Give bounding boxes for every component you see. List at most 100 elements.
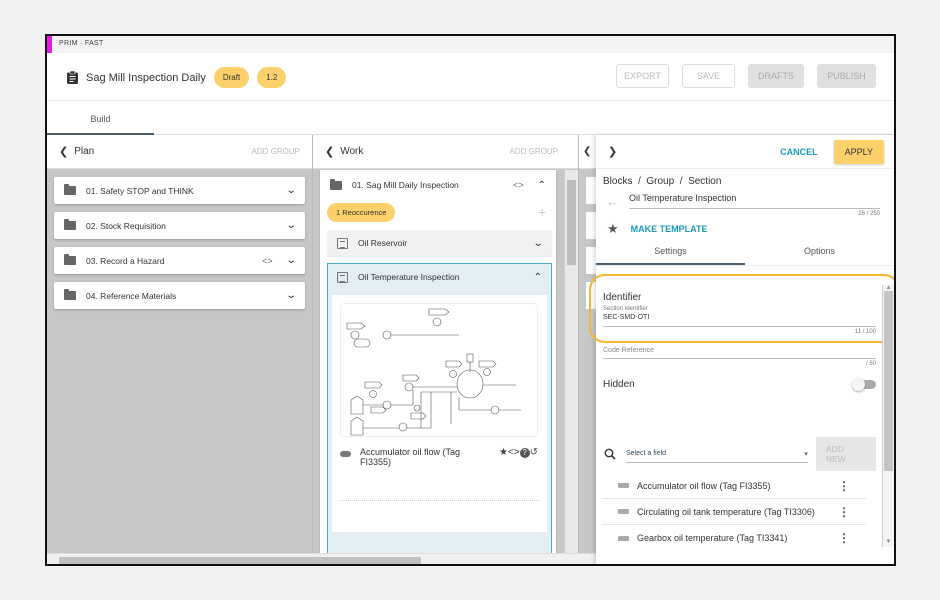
field-label-line1: Accumulator oil flow (Tag xyxy=(360,447,461,457)
hidden-label: Hidden xyxy=(603,379,635,390)
code-icon[interactable]: <> xyxy=(513,180,524,190)
field-list-item[interactable]: Gearbox oil temperature (Tag TI3341) ⋮ xyxy=(602,525,866,551)
panel-scrollbar[interactable]: ▲ ▼ xyxy=(882,285,894,547)
search-icon xyxy=(604,448,616,460)
field-label: Gearbox oil temperature (Tag TI3341) xyxy=(637,533,788,543)
horizontal-scrollbar[interactable] xyxy=(47,553,596,564)
folder-icon xyxy=(330,178,342,190)
add-group-button[interactable]: ADD GROUP xyxy=(252,147,300,156)
group-card-expanded: 01. Sag Mill Daily Inspection <> ⌃ 1 Reo… xyxy=(320,170,556,563)
identifier-counter: 11 / 100 xyxy=(854,329,876,335)
group-card[interactable]: 02. Stock Requisition ⌄ xyxy=(54,212,305,239)
scroll-thumb[interactable] xyxy=(567,180,576,265)
group-header[interactable]: 01. Sag Mill Daily Inspection <> ⌃ xyxy=(320,170,556,200)
export-button[interactable]: EXPORT xyxy=(616,64,669,88)
section-label: Oil Reservoir xyxy=(358,238,408,248)
code-icon[interactable]: <> xyxy=(508,447,520,458)
field-list-item[interactable]: Circulating oil tank temperature (Tag TI… xyxy=(602,499,866,525)
field-label-line2: FI3355) xyxy=(360,457,392,467)
breadcrumb-item[interactable]: Blocks xyxy=(603,176,632,187)
arrow-left-icon[interactable]: ← xyxy=(606,194,619,209)
publish-button[interactable]: PUBLISH xyxy=(817,64,876,88)
field-type-icon xyxy=(618,483,629,488)
tab-settings[interactable]: Settings xyxy=(596,246,745,265)
list-icon xyxy=(337,271,348,283)
plan-title: Plan xyxy=(74,146,95,157)
caret-down-icon: ▾ xyxy=(804,450,808,458)
section-oil-reservoir[interactable]: Oil Reservoir ⌄ xyxy=(327,230,552,256)
code-reference-input[interactable]: Code Reference xyxy=(603,347,876,359)
chevron-right-icon[interactable]: ❯ xyxy=(608,145,617,158)
section-name-input[interactable]: Oil Temperature Inspection xyxy=(629,193,880,209)
group-card[interactable]: 04. Reference Materials ⌄ xyxy=(54,282,305,309)
group-label: 02. Stock Requisition xyxy=(86,220,166,231)
group-card[interactable]: 01. Safety STOP and THINK ⌄ xyxy=(54,177,305,204)
page-title: Sag Mill Inspection Daily xyxy=(86,71,206,84)
plan-header: ❮ Plan ADD GROUP xyxy=(47,135,312,169)
breadcrumb-item[interactable]: Group xyxy=(646,176,674,187)
select-field-dropdown[interactable]: Select a field ▾ xyxy=(626,446,808,463)
group-card[interactable]: 03. Record a Hazard <> ⌄ xyxy=(54,247,305,274)
work-header: ❮ Work ADD GROUP xyxy=(313,135,578,169)
scroll-thumb[interactable] xyxy=(884,291,893,471)
list-icon xyxy=(337,237,348,249)
folder-icon xyxy=(64,289,76,300)
work-title: Work xyxy=(340,146,364,157)
apply-button[interactable]: APPLY xyxy=(833,139,884,164)
star-icon[interactable]: ★ xyxy=(499,447,508,458)
make-template-button[interactable]: MAKE TEMPLATE xyxy=(631,224,708,234)
tab-options[interactable]: Options xyxy=(745,246,894,265)
section-body: Accumulator oil flow (Tag FI3355) ★<>? ↺ xyxy=(332,295,547,532)
drafts-button[interactable]: DRAFTS xyxy=(748,64,804,88)
field-list-item[interactable]: Accumulator oil flow (Tag FI3355) ⋮ xyxy=(602,473,866,499)
header: Sag Mill Inspection Daily Draft 1.2 EXPO… xyxy=(47,53,894,101)
env-accent xyxy=(47,36,52,53)
reoccurrence-badge[interactable]: 1 Reoccurence xyxy=(327,202,396,222)
work-scrollbar[interactable] xyxy=(564,170,578,553)
chevron-left-icon[interactable]: ❮ xyxy=(59,145,68,158)
add-group-button[interactable]: ADD GROUP xyxy=(510,147,558,156)
breadcrumb: Blocks / Group / Section xyxy=(603,176,722,187)
identifier-input[interactable]: SEC-SMD-OTI xyxy=(603,312,876,327)
chevron-up-icon[interactable]: ⌃ xyxy=(538,180,546,191)
field-row[interactable]: Accumulator oil flow (Tag FI3355) ★<>? ↺ xyxy=(340,447,538,467)
add-new-button[interactable]: ADD NEW xyxy=(815,437,876,471)
history-icon[interactable]: ↺ xyxy=(530,447,538,458)
chevron-left-icon[interactable]: ❮ xyxy=(583,146,591,157)
chevron-down-icon[interactable]: ⌄ xyxy=(532,238,543,249)
env-strip: PRIM · FAST xyxy=(47,36,894,53)
chevron-down-icon[interactable]: ⌄ xyxy=(285,255,296,266)
group-label: 04. Reference Materials xyxy=(86,290,177,301)
code-icon[interactable]: <> xyxy=(262,256,273,266)
chevron-left-icon[interactable]: ❮ xyxy=(325,145,334,158)
app-window: PRIM · FAST Sag Mill Inspection Daily Dr… xyxy=(45,34,896,566)
section-oil-temperature[interactable]: Oil Temperature Inspection ⌃ Accumulator… xyxy=(327,263,552,563)
folder-icon xyxy=(64,219,76,230)
hidden-toggle[interactable] xyxy=(852,378,876,391)
identifier-heading: Identifier xyxy=(603,292,642,303)
folder-icon xyxy=(64,184,76,195)
chevron-up-icon[interactable]: ⌃ xyxy=(534,272,542,283)
section-label: Oil Temperature Inspection xyxy=(358,272,460,282)
help-icon[interactable]: ? xyxy=(519,448,530,458)
cancel-button[interactable]: CANCEL xyxy=(780,147,818,157)
section-settings-panel: ❯ CANCEL APPLY Blocks / Group / Section … xyxy=(589,135,894,564)
tab-build[interactable]: Build xyxy=(47,101,154,135)
plus-icon[interactable]: + xyxy=(538,204,546,220)
plan-column: ❮ Plan ADD GROUP 01. Safety STOP and THI… xyxy=(47,135,313,553)
folder-icon xyxy=(64,254,76,265)
star-icon[interactable]: ★ xyxy=(607,221,619,237)
more-vert-icon[interactable]: ⋮ xyxy=(838,505,850,519)
more-vert-icon[interactable]: ⋮ xyxy=(838,479,850,493)
identifier-group: Identifier Section Identifier SEC-SMD-OT… xyxy=(603,287,876,391)
chevron-down-icon[interactable]: ⌄ xyxy=(285,220,296,231)
group-label: 01. Safety STOP and THINK xyxy=(86,185,194,196)
scroll-thumb[interactable] xyxy=(59,557,421,564)
chevron-down-icon[interactable]: ⌄ xyxy=(285,185,296,196)
more-vert-icon[interactable]: ⋮ xyxy=(838,531,850,545)
field-label: Accumulator oil flow (Tag FI3355) xyxy=(637,480,771,491)
save-button[interactable]: SAVE xyxy=(682,64,735,88)
clipboard-icon xyxy=(67,71,78,84)
field-label: Circulating oil tank temperature (Tag TI… xyxy=(637,506,815,517)
chevron-down-icon[interactable]: ⌄ xyxy=(285,290,296,301)
